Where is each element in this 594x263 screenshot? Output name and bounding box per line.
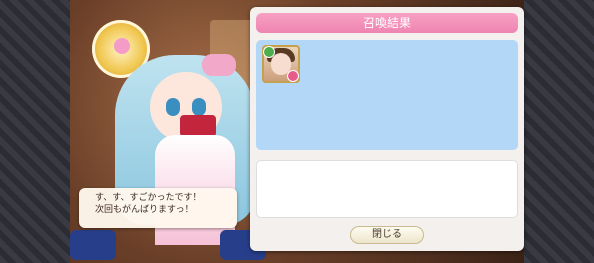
panel-title: 召喚結果 [256,13,518,33]
result-card[interactable] [262,45,300,83]
green-attribute-icon [263,46,275,58]
dialogue-bubble: す、す、すごかったです！ 次回もがんばりますっ！ [79,188,237,228]
heart-gem-icon [114,38,130,54]
chest-ribbon [180,115,216,137]
summon-result-panel: 召喚結果 閉じる [250,7,524,251]
left-bow [70,230,116,260]
right-border-pattern [524,0,594,263]
hair-bow [202,54,236,76]
game-screen: す、す、すごかったです！ 次回もがんばりますっ！ 召喚結果 閉じる [0,0,594,263]
pink-rarity-icon [287,70,299,82]
results-grid [256,40,518,150]
left-border-pattern [0,0,70,263]
left-eye [166,98,180,116]
right-eye [192,98,206,116]
result-info-box [256,160,518,218]
close-button[interactable]: 閉じる [350,226,424,244]
dialogue-text: す、す、すごかったです！ 次回もがんばりますっ！ [95,193,202,215]
